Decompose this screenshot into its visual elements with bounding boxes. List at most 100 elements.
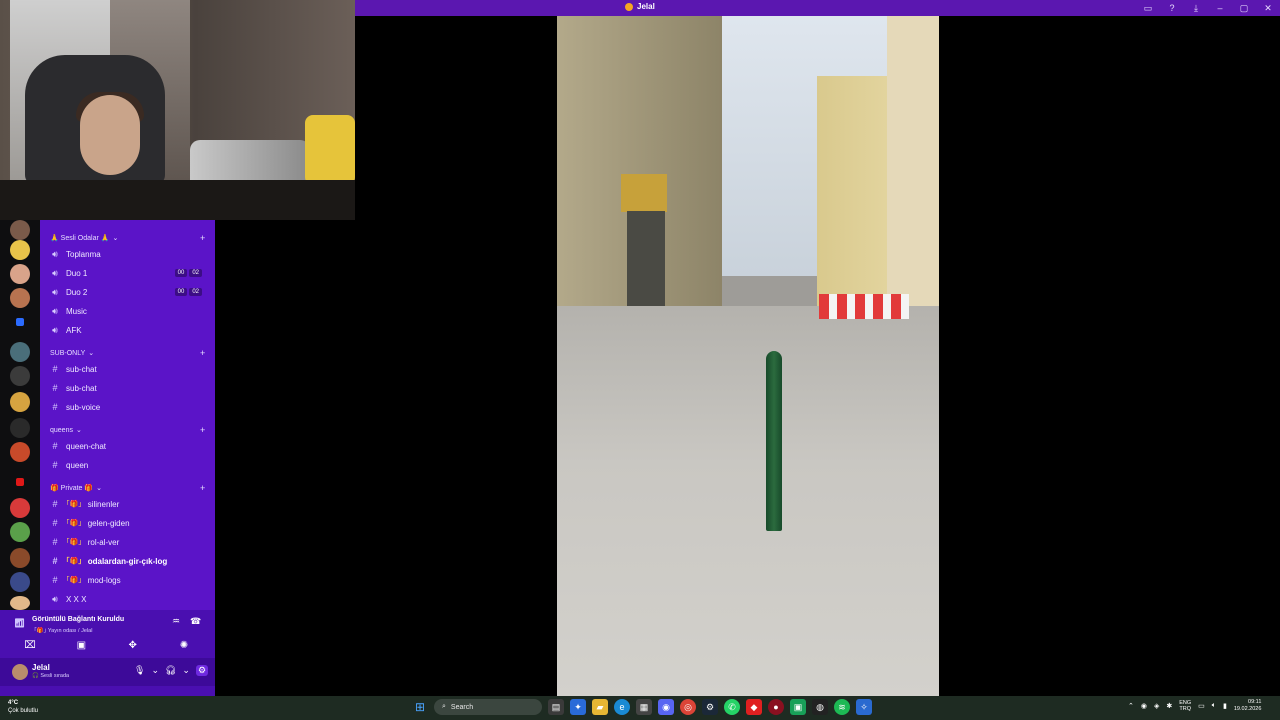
add-channel-icon[interactable]: + [200,425,205,435]
app-red-icon[interactable]: ◆ [746,699,762,715]
channel-item-unread[interactable]: # ｢🎁｣ odalardan-gir-çık-log [50,552,210,570]
channel-item[interactable]: # ｢🎁｣ mod-logs [50,571,210,589]
tray-vpn-icon[interactable]: ◈ [1154,702,1159,710]
battery-icon[interactable]: ▮ [1223,702,1227,710]
app-circle-icon[interactable]: ● [768,699,784,715]
discord-icon[interactable]: ◉ [658,699,674,715]
add-channel-icon[interactable]: + [200,483,205,493]
file-explorer-icon[interactable]: ▰ [592,699,608,715]
video-building-far-right [887,16,939,306]
stream-video[interactable] [557,16,939,696]
channel-item[interactable]: 🔊︎ AFK [50,321,210,339]
username[interactable]: Jelal [32,663,50,672]
minimize-icon[interactable]: – [1214,2,1226,14]
channel-name: rol-al-ver [87,537,120,547]
channel-item[interactable]: # sub-voice [50,398,210,416]
windows-start-icon[interactable]: ⊞ [412,699,428,715]
chevron-down-icon[interactable]: ⌄ [182,665,190,676]
tray-bluetooth-icon[interactable]: ✱ [1166,702,1172,710]
close-icon[interactable]: ✕ [1262,2,1274,14]
hashtag-icon: # [52,556,58,566]
add-channel-icon[interactable]: + [200,233,205,243]
headphones-icon[interactable]: 🎧︎ [165,665,176,676]
channel-item[interactable]: # sub-chat [50,360,210,378]
screen-share-icon[interactable]: ▣ [73,640,89,651]
store-icon[interactable]: ▦ [636,699,652,715]
steam-icon[interactable]: ⚙ [702,699,718,715]
server-icon[interactable] [10,342,30,362]
voice-location[interactable]: ｢🎁｣ Yayın odası / Jelal [34,626,92,634]
chrome-icon[interactable]: ◎ [680,699,696,715]
microphone-icon[interactable]: 🎙︎ [134,665,145,676]
channel-item[interactable]: # ｢🎁｣ rol-al-ver [50,533,210,551]
folder-icon[interactable] [16,318,24,326]
signal-icon[interactable]: 📶︎ [14,618,25,629]
channel-item[interactable]: # ｢🎁｣ silinenler [50,495,210,513]
server-icon[interactable] [10,596,30,610]
channel-prefix: ｢🎁｣ [66,558,82,565]
chevron-up-icon[interactable]: ⌃ [1128,702,1134,710]
server-icon[interactable] [10,392,30,412]
server-icon[interactable] [10,522,30,542]
channel-item[interactable]: 🔊︎ Music [50,302,210,320]
app-blue-icon[interactable]: ✧ [856,699,872,715]
channel-item[interactable]: 🔊︎ X X X [50,590,210,608]
channel-item[interactable]: 🔊︎ Duo 1 00 02 [50,264,210,282]
server-icon[interactable] [10,264,30,284]
channel-item[interactable]: # sub-chat [50,379,210,397]
inbox-icon[interactable]: ▭ [1142,2,1154,14]
folder-icon[interactable] [16,478,24,486]
server-icon[interactable] [10,220,30,240]
server-icon[interactable] [10,498,30,518]
camera-off-icon[interactable]: ⌧ [22,640,38,651]
network-icon[interactable]: ▭ [1198,702,1205,710]
add-channel-icon[interactable]: + [200,348,205,358]
server-icon[interactable] [10,418,30,438]
clock[interactable]: 09:11 19.02.2026 [1234,699,1262,713]
search-box[interactable]: ⌕ Search [434,699,542,715]
weather-widget[interactable]: 4°C Çok bulutlu [8,699,38,715]
disconnect-icon[interactable]: ☎︎ [190,616,201,627]
spotify-icon[interactable]: ≋ [834,699,850,715]
avatar[interactable] [12,664,28,680]
chevron-down-icon[interactable]: ⌄ [151,665,159,676]
task-view-icon[interactable]: ▤ [548,699,564,715]
server-icon[interactable] [10,288,30,308]
channel-item[interactable]: # ｢🎁｣ gelen-giden [50,514,210,532]
channel-item[interactable]: 🔊︎ Duo 2 00 02 [50,283,210,301]
voice-status[interactable]: Görüntülü Bağlantı Kuruldu [32,616,124,623]
hashtag-icon: # [52,537,58,547]
weather-desc: Çok bulutlu [8,708,39,714]
server-icon[interactable] [10,548,30,568]
channel-item[interactable]: # queen [50,456,210,474]
obs-icon[interactable]: ◍ [812,699,828,715]
app-green-icon[interactable]: ▣ [790,699,806,715]
server-icon[interactable] [10,240,30,260]
category-sesli-odalar[interactable]: 🙏 Sesli Odalar 🙏 ⌄ + [50,233,205,243]
whatsapp-icon[interactable]: ✆ [724,699,740,715]
voice-actions: ⌧ ▣ ✥ ✺ [22,640,192,651]
server-icon[interactable] [10,442,30,462]
category-queens[interactable]: queens ⌄ + [50,425,205,435]
server-icon[interactable] [10,572,30,592]
download-icon[interactable]: ⤓ [1190,2,1202,14]
volume-icon[interactable]: 🔈︎ [1212,702,1216,710]
soundboard-icon[interactable]: ✺ [176,640,192,651]
activities-icon[interactable]: ✥ [125,640,141,651]
category-private[interactable]: 🎁 Private 🎁 ⌄ + [50,483,205,493]
edge-icon[interactable]: e [614,699,630,715]
gear-icon[interactable]: ⚙ [195,665,209,676]
channel-name: Music [66,306,87,316]
maximize-icon[interactable]: ▢ [1238,2,1250,14]
tray-app-icon[interactable]: ◉ [1141,702,1147,710]
titlebar-controls: ▭ ? ⤓ – ▢ ✕ [1142,2,1274,14]
server-icon[interactable] [10,366,30,386]
channel-item[interactable]: # queen-chat [50,437,210,455]
help-icon[interactable]: ? [1166,2,1178,14]
channel-name: sub-voice [66,402,101,412]
channel-item[interactable]: 🔊︎ Toplanma [50,245,210,263]
language-indicator[interactable]: ENG TRQ [1179,700,1191,712]
noise-suppression-icon[interactable]: ♒︎ [172,616,180,627]
category-sub-only[interactable]: SUB-ONLY ⌄ + [50,348,205,358]
copilot-icon[interactable]: ✦ [570,699,586,715]
